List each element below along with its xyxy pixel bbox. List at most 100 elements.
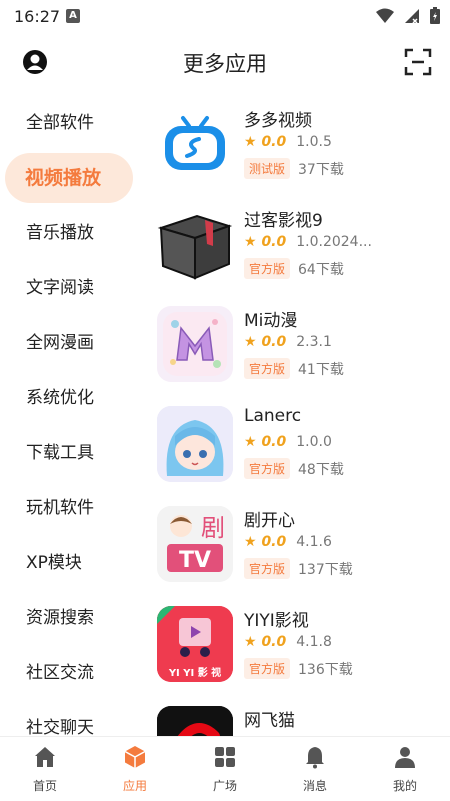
app-list-item[interactable]: 多多视频 ★ 0.0 1.0.5 测试版 37下载 [150,96,450,196]
notification-a-icon: A [66,9,80,23]
bottom-tab-bar: 首页 应用 广场 消息 我的 [0,736,450,801]
status-icons [376,7,440,24]
rating-value: 0.0 [261,434,287,450]
grid-icon [215,747,235,767]
category-item[interactable]: 音乐播放 [0,208,140,258]
download-count: 137下载 [298,561,353,578]
app-rating: ★ 0.0 4.1.6 [244,534,332,550]
svg-text:剧: 剧 [201,514,225,542]
app-meta: 官方版 136下载 [244,658,353,679]
anime-m-app-icon [157,306,233,382]
tab-home[interactable]: 首页 [0,737,90,801]
scan-icon[interactable] [404,48,432,76]
app-name: 过客影视9 [244,211,323,231]
app-rating: ★ 0.0 4.1.8 [244,634,332,650]
yiyi-video-app-icon: YI YI 影 视 [157,606,233,682]
app-name: 网飞猫 [244,711,295,731]
tab-label: 我的 [392,779,417,793]
star-icon: ★ [244,634,257,650]
app-list-item[interactable]: 网飞猫 [150,696,450,736]
category-item[interactable]: 全部软件 [0,98,140,148]
category-item[interactable]: 全网漫画 [0,318,140,368]
download-count: 136下载 [298,661,353,678]
person-icon [395,747,415,768]
home-icon [35,747,55,767]
download-count: 48下载 [298,461,344,478]
battery-icon [430,7,440,24]
app-list-item[interactable]: Mi动漫 ★ 0.0 2.3.1 官方版 41下载 [150,296,450,396]
rating-value: 0.0 [261,334,287,350]
app-name: Lanerc [244,406,302,426]
category-item[interactable]: 系统优化 [0,373,140,423]
apps-cube-icon [124,746,146,768]
app-rating: ★ 0.0 2.3.1 [244,334,332,350]
app-list-item[interactable]: Lanerc ★ 0.0 1.0.0 官方版 48下载 [150,396,450,496]
app-list-item[interactable]: 剧 TV 剧开心 ★ 0.0 4.1.6 官方版 137下载 [150,496,450,596]
bell-icon [306,747,324,769]
star-icon: ★ [244,534,257,550]
app-rating: ★ 0.0 1.0.2024... [244,234,372,250]
app-name: Mi动漫 [244,311,298,331]
category-item[interactable]: 玩机软件 [0,483,140,533]
app-version: 4.1.8 [296,634,332,650]
app-version: 2.3.1 [296,334,332,350]
app-meta: 官方版 137下载 [244,558,353,579]
category-item[interactable]: 文字阅读 [0,263,140,313]
download-count: 41下载 [298,361,344,378]
app-version: 1.0.0 [296,434,332,450]
tab-label: 消息 [302,779,327,793]
version-badge: 官方版 [244,358,291,379]
version-badge: 官方版 [244,558,291,579]
page-title: 更多应用 [183,52,267,76]
tab-square[interactable]: 广场 [180,737,270,801]
tab-label: 首页 [32,779,57,793]
category-item[interactable]: 社区交流 [0,648,140,698]
tab-profile[interactable]: 我的 [360,737,450,801]
rating-value: 0.0 [261,634,287,650]
category-item-active[interactable]: 视频播放 [5,153,133,203]
rating-value: 0.0 [261,134,287,150]
star-icon: ★ [244,434,257,450]
netcat-app-icon [157,706,233,736]
drama-tv-app-icon: 剧 TV [157,506,233,582]
app-list-item[interactable]: 过客影视9 ★ 0.0 1.0.2024... 官方版 64下载 [150,196,450,296]
tab-apps[interactable]: 应用 [90,737,180,801]
app-version: 4.1.6 [296,534,332,550]
star-icon: ★ [244,334,257,350]
category-item[interactable]: XP模块 [0,538,140,588]
category-item[interactable]: 资源搜索 [0,593,140,643]
svg-text:TV: TV [179,548,211,573]
status-bar: 16:27 A [0,0,450,34]
app-version: 1.0.5 [296,134,332,150]
category-item[interactable]: 社交聊天 [0,703,140,736]
app-meta: 官方版 41下载 [244,358,344,379]
tab-label: 应用 [122,779,147,793]
header: 更多应用 [0,34,450,90]
app-rating: ★ 0.0 1.0.0 [244,434,332,450]
app-list: 多多视频 ★ 0.0 1.0.5 测试版 37下载 过客影视9 ★ 0.0 1.… [150,96,450,736]
star-icon: ★ [244,234,257,250]
version-badge: 官方版 [244,658,291,679]
svg-text:YI YI 影 视: YI YI 影 视 [168,666,221,679]
app-rating: ★ 0.0 1.0.5 [244,134,332,150]
app-name: 剧开心 [244,511,295,531]
category-item[interactable]: 下载工具 [0,428,140,478]
app-version: 1.0.2024... [296,234,372,250]
rating-value: 0.0 [261,234,287,250]
download-count: 64下载 [298,261,344,278]
wifi-icon [376,8,394,23]
app-list-item[interactable]: YI YI 影 视 YIYI影视 ★ 0.0 4.1.8 官方版 136下载 [150,596,450,696]
version-badge: 官方版 [244,258,291,279]
app-meta: 官方版 48下载 [244,458,344,479]
app-name: YIYI影视 [244,611,309,631]
tab-label: 广场 [212,779,237,793]
tv-app-icon [157,106,233,182]
download-count: 37下载 [298,161,344,178]
app-meta: 测试版 37下载 [244,158,344,179]
app-meta: 官方版 64下载 [244,258,344,279]
star-icon: ★ [244,134,257,150]
status-time: 16:27 [14,7,61,26]
box-app-icon [157,206,233,282]
anime-girl-app-icon [157,406,233,482]
tab-messages[interactable]: 消息 [270,737,360,801]
